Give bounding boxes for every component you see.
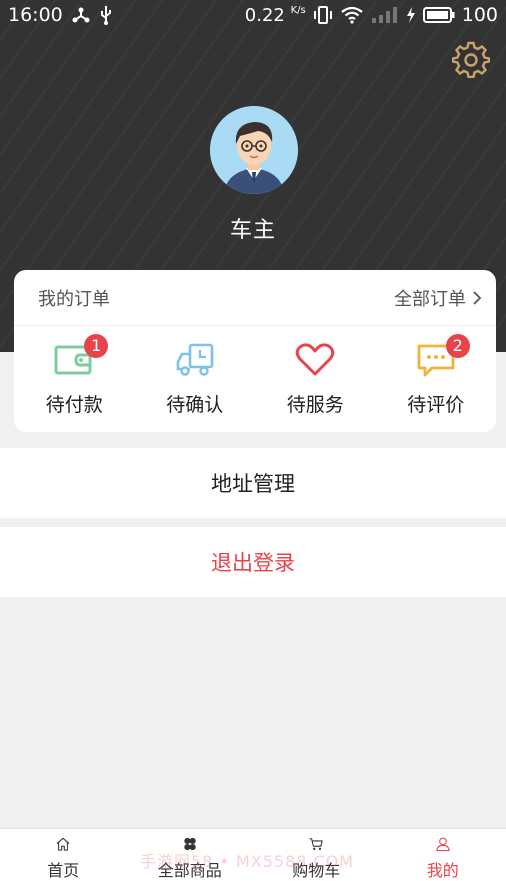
order-pending-review[interactable]: 2 待评价 [376,326,497,432]
usb-icon [99,5,113,25]
home-icon [56,837,70,851]
tab-label: 首页 [47,861,80,880]
chevron-right-icon [473,290,482,305]
tab-home[interactable]: 首页 [0,829,127,881]
order-pending-confirm[interactable]: 待确认 [135,326,256,432]
tab-mine[interactable]: 我的 [380,829,506,881]
status-bar: 16:00 0.22 K/s 100 [0,0,506,30]
settings-gear-icon[interactable] [451,40,491,79]
pending-review-badge: 2 [445,334,470,358]
orders-card: 我的订单 全部订单 1 待付款 待确认 待服务 2 待评价 [14,270,496,432]
orders-title: 我的订单 [38,288,110,310]
orders-header: 我的订单 全部订单 [14,270,496,326]
order-item-label: 待评价 [407,394,465,416]
tab-label: 我的 [426,861,459,880]
user-icon [436,837,450,851]
all-orders-link[interactable]: 全部订单 [394,285,482,311]
signal-icon [371,6,399,24]
order-item-label: 待服务 [286,394,344,416]
order-item-label: 待付款 [45,394,103,416]
status-time: 16:00 [8,4,63,26]
battery-icon [422,6,455,24]
net-speed: 0.22 K/s [244,4,306,26]
order-item-label: 待确认 [166,394,224,416]
heart-icon [296,343,335,376]
charging-icon [406,6,416,24]
share-icon [71,6,91,24]
vibrate-icon [313,6,333,24]
battery-level: 100 [461,4,498,26]
order-pending-payment[interactable]: 1 待付款 [14,326,135,432]
user-avatar[interactable] [210,106,298,194]
logout-button[interactable]: 退出登录 [0,527,506,597]
user-name: 车主 [229,218,276,243]
wifi-icon [340,6,364,24]
order-pending-service[interactable]: 待服务 [255,326,376,432]
truck-icon [176,343,214,376]
address-management-button[interactable]: 地址管理 [0,448,506,518]
watermark-text: 手游网58 • MX5588.COM [140,852,355,871]
pending-payment-badge: 1 [84,334,109,358]
